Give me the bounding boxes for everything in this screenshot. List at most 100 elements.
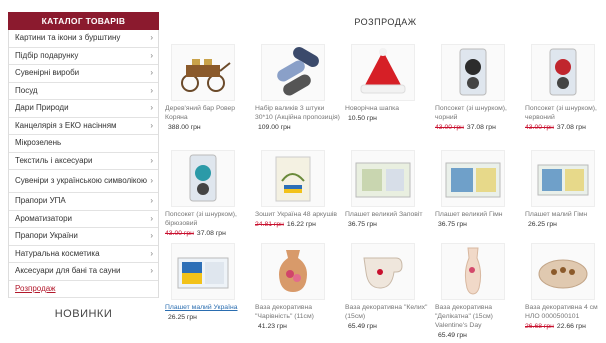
product-name[interactable]: Ваза декоративна "Делікатна" (15см) Vale… [435,303,521,330]
product-price: 109.00 грн [255,123,341,132]
current-price: 41.23 грн [258,323,287,330]
sidebar-item-label: Сувенірні вироби [15,68,80,78]
product-card[interactable]: Ваза декоративна "Чарівність" (11см) 41.2… [255,243,341,331]
chevron-right-icon: › [150,85,153,95]
current-price: 37.08 грн [466,124,496,131]
old-price: 26.68 грн [525,323,554,330]
sidebar-item-label: Натуральна косметика [15,248,100,258]
product-name[interactable]: Набір валиків 3 штуки 30*10 (Акційна про… [255,104,341,122]
sidebar-item[interactable]: Текстиль і аксесуари › [9,153,158,170]
product-price: 43.00 грн 37.08 грн [525,123,606,132]
sidebar-item[interactable]: Сувенірні вироби › [9,65,158,83]
current-price: 16.22 грн [286,221,316,228]
product-name[interactable]: Ваза декоративна 4 см НЛО 0000500101 [525,303,606,321]
product-card[interactable]: Ваза декоративна 4 см НЛО 0000500101 26.6… [525,243,606,331]
sidebar-item[interactable]: Мікрозелень [9,135,158,153]
product-image[interactable] [171,44,235,101]
product-card[interactable]: Попсокет (зі шнурком), бірюзовий 43.00 гр… [165,150,251,238]
product-price: 36.75 грн [435,220,521,229]
product-image[interactable] [351,243,415,300]
product-image[interactable] [171,243,235,300]
product-card[interactable]: Плашет малий Гімн 26.25 грн [525,150,606,229]
product-card[interactable]: Попсокет (зі шнурком), червоний 43.00 грн… [525,44,606,132]
sidebar-item[interactable]: Дари Природи › [9,100,158,118]
current-price: 22.66 грн [556,323,586,330]
product-price: 10.50 грн [345,114,431,123]
product-image[interactable] [441,44,505,101]
current-price: 37.08 грн [556,124,586,131]
product-price: 24.81 грн 16.22 грн [255,220,341,229]
product-price: 26.25 грн [525,220,606,229]
product-image[interactable] [261,150,325,207]
product-name[interactable]: Ваза декоративна "Чарівність" (11см) [255,303,341,321]
sidebar-item-label: Картини та ікони з бурштину [15,33,121,43]
catalog-title: КАТАЛОГ ТОВАРІВ [8,12,159,30]
sidebar-item-label: Підбір подарунку [15,50,79,60]
sidebar-item-label: Прапори України [15,231,78,241]
sidebar-item[interactable]: Канцелярія з ЕКО насінням › [9,118,158,135]
current-price: 388.00 грн [168,124,201,131]
product-image[interactable] [531,150,595,207]
current-price: 65.49 грн [438,332,467,339]
product-name[interactable]: Новорічна шапка [345,104,431,113]
sidebar-item-label: Аксесуари для бані та сауни [15,266,121,276]
product-card[interactable]: Дерев'яний бар Ровер Коряна 388.00 грн [165,44,251,132]
current-price: 26.25 грн [168,314,197,321]
sidebar-item[interactable]: Розпродаж [9,281,158,298]
product-card[interactable]: Ваза декоративна "Делікатна" (15см) Vale… [435,243,521,340]
product-image[interactable] [441,243,505,300]
product-card[interactable]: Попсокет (зі шнурком), чорний 43.00 грн 37… [435,44,521,132]
product-name[interactable]: Дерев'яний бар Ровер Коряна [165,104,251,122]
product-name[interactable]: Попсокет (зі шнурком), чорний [435,104,521,122]
product-image[interactable] [351,150,415,207]
product-image[interactable] [261,243,325,300]
product-name[interactable]: Попсокет (зі шнурком), червоний [525,104,606,122]
product-card[interactable]: Новорічна шапка 10.50 грн [345,44,431,123]
sidebar-item-label: Розпродаж [15,283,56,293]
current-price: 10.50 грн [348,115,377,122]
product-card[interactable]: Плашет малий Україна 26.25 грн [165,243,251,322]
sidebar-item[interactable]: Підбір подарунку › [9,48,158,65]
product-name[interactable]: Ваза декоративна "Келих" (15см) [345,303,431,321]
product-image[interactable] [531,243,595,300]
chevron-right-icon: › [150,196,153,206]
product-image[interactable] [261,44,325,101]
sidebar-item-label: Сувеніри з українською символікою [15,175,147,185]
sidebar-item[interactable]: Прапори УПА › [9,193,158,211]
product-name[interactable]: Зошит Україна 48 аркушів [255,210,341,219]
product-card[interactable]: Набір валиків 3 штуки 30*10 (Акційна про… [255,44,341,132]
current-price: 65.49 грн [348,323,377,330]
product-name[interactable]: Плашет великий Гімн [435,210,521,219]
product-card[interactable]: Ваза декоративна "Келих" (15см) 65.49 грн [345,243,431,331]
sidebar-item[interactable]: Ароматизатори › [9,211,158,228]
product-name[interactable]: Плашет малий Гімн [525,210,606,219]
catalog-list: Картини та ікони з бурштину › Підбір подар… [8,30,159,298]
product-image[interactable] [171,150,235,207]
sidebar-item[interactable]: Прапори України › [9,228,158,246]
old-price: 43.00 грн [435,124,464,131]
product-name[interactable]: Плашет великий Заповіт [345,210,431,219]
sidebar-item[interactable]: Сувеніри з українською символікою › [9,170,158,193]
current-price: 26.25 грн [528,221,557,228]
product-price: 388.00 грн [165,123,251,132]
product-card[interactable]: Плашет великий Заповіт 36.75 грн [345,150,431,229]
product-name[interactable]: Попсокет (зі шнурком), бірюзовий [165,210,251,228]
product-card[interactable]: Зошит Україна 48 аркушів 24.81 грн 16.22 г… [255,150,341,229]
sidebar-item[interactable]: Аксесуари для бані та сауни › [9,263,158,281]
sidebar-item[interactable]: Картини та ікони з бурштину › [9,30,158,48]
product-image[interactable] [531,44,595,101]
sidebar-item[interactable]: Посуд › [9,83,158,100]
sidebar-item-label: Посуд [15,85,38,95]
product-image[interactable] [441,150,505,207]
product-card[interactable]: Плашет великий Гімн 36.75 грн [435,150,521,229]
chevron-right-icon: › [150,213,153,223]
chevron-right-icon: › [150,103,153,113]
chevron-right-icon: › [150,50,153,60]
product-name[interactable]: Плашет малий Україна [165,303,251,312]
sidebar-item[interactable]: Натуральна косметика › [9,246,158,263]
sidebar-item-label: Прапори УПА [15,196,66,206]
current-price: 37.08 грн [196,230,226,237]
product-price: 26.25 грн [165,313,251,322]
current-price: 36.75 грн [348,221,377,228]
product-image[interactable] [351,44,415,101]
